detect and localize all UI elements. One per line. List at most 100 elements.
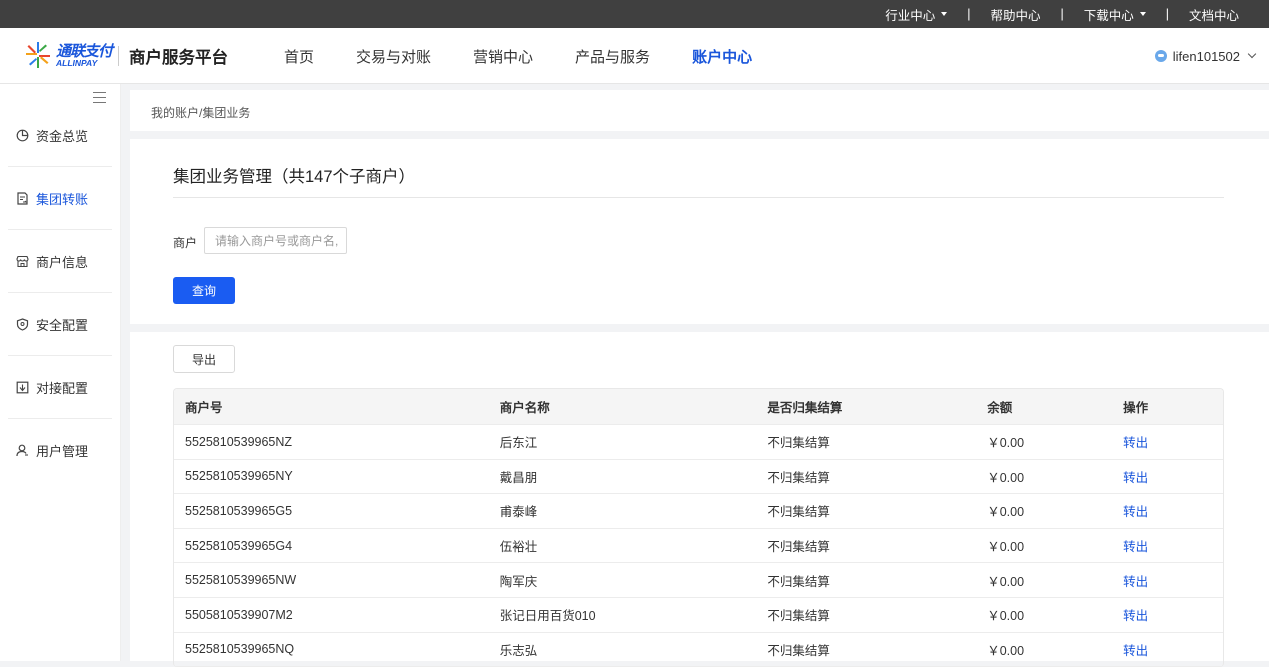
- user-avatar-icon: [1154, 50, 1167, 62]
- cell-balance: ￥0.00: [987, 470, 1025, 485]
- cell-merchant-id: 5525810539965G4: [185, 538, 293, 553]
- user-icon: [16, 444, 29, 457]
- cell-merchant-id: 5505810539907M2: [185, 607, 293, 622]
- table-row: 5525810539965NZ 后东江 不归集结算 ￥0.00 转出: [174, 425, 1223, 460]
- table-row: 5505810539907M2 张记日用百货010 不归集结算 ￥0.00 转出: [174, 598, 1223, 633]
- username: lifen101502: [1172, 48, 1240, 64]
- table-row: 5525810539965NY 戴昌朋 不归集结算 ￥0.00 转出: [174, 460, 1223, 495]
- platform-title: 商户服务平台: [129, 49, 228, 67]
- breadcrumb: 我的账户/集团业务: [151, 106, 251, 120]
- transfer-out-link[interactable]: 转出: [1123, 609, 1148, 623]
- download-center-link[interactable]: 下载中心: [1084, 5, 1146, 24]
- cell-merchant-id: 5525810539965NZ: [185, 434, 293, 449]
- store-icon: [16, 255, 29, 268]
- transfer-out-link[interactable]: 转出: [1123, 436, 1148, 450]
- main-header: 通联支付 ALLINPAY 商户服务平台 首页 交易与对账 营销中心 产品与服务…: [0, 28, 1269, 84]
- merchant-search-input[interactable]: [204, 227, 347, 254]
- cell-balance: ￥0.00: [987, 643, 1025, 658]
- breadcrumb-card: 我的账户/集团业务: [130, 90, 1269, 131]
- cell-balance: ￥0.00: [987, 505, 1025, 520]
- sidebar-item-label: 商户信息: [36, 254, 89, 270]
- col-header-merchant-name: 商户名称: [499, 401, 550, 415]
- table-row: 5525810539965NQ 乐志弘 不归集结算 ￥0.00 转出: [174, 633, 1223, 667]
- main-nav: 首页 交易与对账 营销中心 产品与服务 账户中心: [284, 28, 794, 84]
- cell-merchant-name: 陶军庆: [499, 574, 538, 589]
- sidebar-item-fund-overview[interactable]: 资金总览: [8, 104, 112, 167]
- shield-icon: [16, 317, 29, 331]
- col-header-balance: 余额: [987, 401, 1013, 415]
- cell-balance: ￥0.00: [987, 540, 1025, 555]
- cell-merchant-name: 甫泰峰: [499, 505, 538, 520]
- cell-merchant-id: 5525810539965NQ: [185, 642, 295, 657]
- cell-settlement: 不归集结算: [767, 643, 830, 658]
- sidebar: 资金总览 集团转账 商户信息 安全配置 对接配置 用户管理: [0, 84, 121, 661]
- allinpay-logo-icon: [26, 42, 50, 68]
- cell-balance: ￥0.00: [987, 436, 1025, 451]
- table-card: 导出 商户号 商户名称 是否归集结算 余额 操作 5525810539965NZ…: [130, 332, 1269, 667]
- user-menu[interactable]: lifen101502: [1154, 28, 1257, 84]
- nav-marketing[interactable]: 营销中心: [473, 46, 533, 67]
- table-header-row: 商户号 商户名称 是否归集结算 余额 操作: [174, 389, 1223, 425]
- sidebar-item-merchant-info[interactable]: 商户信息: [8, 230, 112, 293]
- cell-merchant-name: 后东江: [499, 436, 538, 451]
- merchant-filter-label: 商户: [173, 236, 198, 250]
- sidebar-item-label: 集团转账: [36, 191, 89, 207]
- allinpay-logo[interactable]: 通联支付 ALLINPAY: [26, 40, 113, 72]
- header-divider: [118, 46, 119, 66]
- sidebar-menu: 资金总览 集团转账 商户信息 安全配置 对接配置 用户管理: [8, 104, 112, 482]
- cell-settlement: 不归集结算: [767, 436, 830, 451]
- nav-account-center[interactable]: 账户中心: [692, 46, 752, 67]
- transfer-out-link[interactable]: 转出: [1123, 644, 1148, 658]
- caret-down-icon: [941, 12, 948, 16]
- cell-merchant-name: 张记日用百货010: [499, 609, 596, 624]
- cell-merchant-name: 戴昌朋: [499, 470, 538, 485]
- transfer-out-link[interactable]: 转出: [1123, 505, 1148, 519]
- docs-center-link[interactable]: 文档中心: [1189, 5, 1239, 24]
- filter-card: 集团业务管理（共147个子商户） 商户 查询: [130, 139, 1269, 324]
- industry-center-link[interactable]: 行业中心: [885, 5, 948, 24]
- separator: |: [967, 7, 971, 21]
- caret-down-icon: [1139, 12, 1146, 16]
- col-header-action: 操作: [1123, 401, 1149, 415]
- table-row: 5525810539965G5 甫泰峰 不归集结算 ￥0.00 转出: [174, 494, 1223, 529]
- cell-settlement: 不归集结算: [767, 540, 830, 555]
- cell-settlement: 不归集结算: [767, 470, 830, 485]
- download-center-label: 下载中心: [1083, 8, 1134, 23]
- nav-products[interactable]: 产品与服务: [575, 46, 650, 67]
- title-divider: [173, 197, 1224, 198]
- nav-home[interactable]: 首页: [284, 46, 314, 67]
- transfer-doc-icon: [16, 191, 29, 205]
- transfer-out-link[interactable]: 转出: [1123, 540, 1148, 554]
- sidebar-item-label: 用户管理: [36, 444, 89, 459]
- nav-transactions[interactable]: 交易与对账: [356, 46, 431, 67]
- separator: |: [1060, 7, 1064, 21]
- help-center-label: 帮助中心: [990, 8, 1041, 23]
- sidebar-item-integration[interactable]: 对接配置: [8, 356, 112, 419]
- cell-merchant-id: 5525810539965NW: [185, 573, 297, 588]
- table-row: 5525810539965G4 伍裕壮 不归集结算 ￥0.00 转出: [174, 529, 1223, 564]
- separator: |: [1165, 7, 1169, 21]
- logo-text-en: ALLINPAY: [56, 58, 98, 68]
- query-button[interactable]: 查询: [173, 277, 235, 304]
- col-header-merchant-id: 商户号: [185, 401, 223, 415]
- menu-toggle-icon[interactable]: [93, 92, 106, 104]
- cell-settlement: 不归集结算: [767, 574, 830, 589]
- sidebar-item-label: 资金总览: [36, 128, 89, 144]
- sidebar-item-security[interactable]: 安全配置: [8, 293, 112, 356]
- cell-settlement: 不归集结算: [767, 505, 830, 520]
- col-header-settlement: 是否归集结算: [767, 401, 843, 415]
- chevron-down-icon: [1247, 49, 1257, 59]
- export-button[interactable]: 导出: [173, 345, 235, 373]
- cell-merchant-id: 5525810539965G5: [185, 503, 293, 518]
- help-center-link[interactable]: 帮助中心: [990, 5, 1040, 24]
- cell-merchant-id: 5525810539965NY: [185, 469, 293, 484]
- transfer-out-link[interactable]: 转出: [1123, 575, 1148, 589]
- connect-icon: [16, 381, 29, 394]
- pie-chart-icon: [16, 129, 29, 142]
- sidebar-item-group-transfer[interactable]: 集团转账: [8, 167, 112, 230]
- transfer-out-link[interactable]: 转出: [1123, 471, 1148, 485]
- cell-balance: ￥0.00: [987, 574, 1025, 589]
- cell-settlement: 不归集结算: [767, 609, 830, 624]
- sidebar-item-user-management[interactable]: 用户管理: [8, 419, 112, 482]
- industry-center-label: 行业中心: [885, 8, 936, 23]
